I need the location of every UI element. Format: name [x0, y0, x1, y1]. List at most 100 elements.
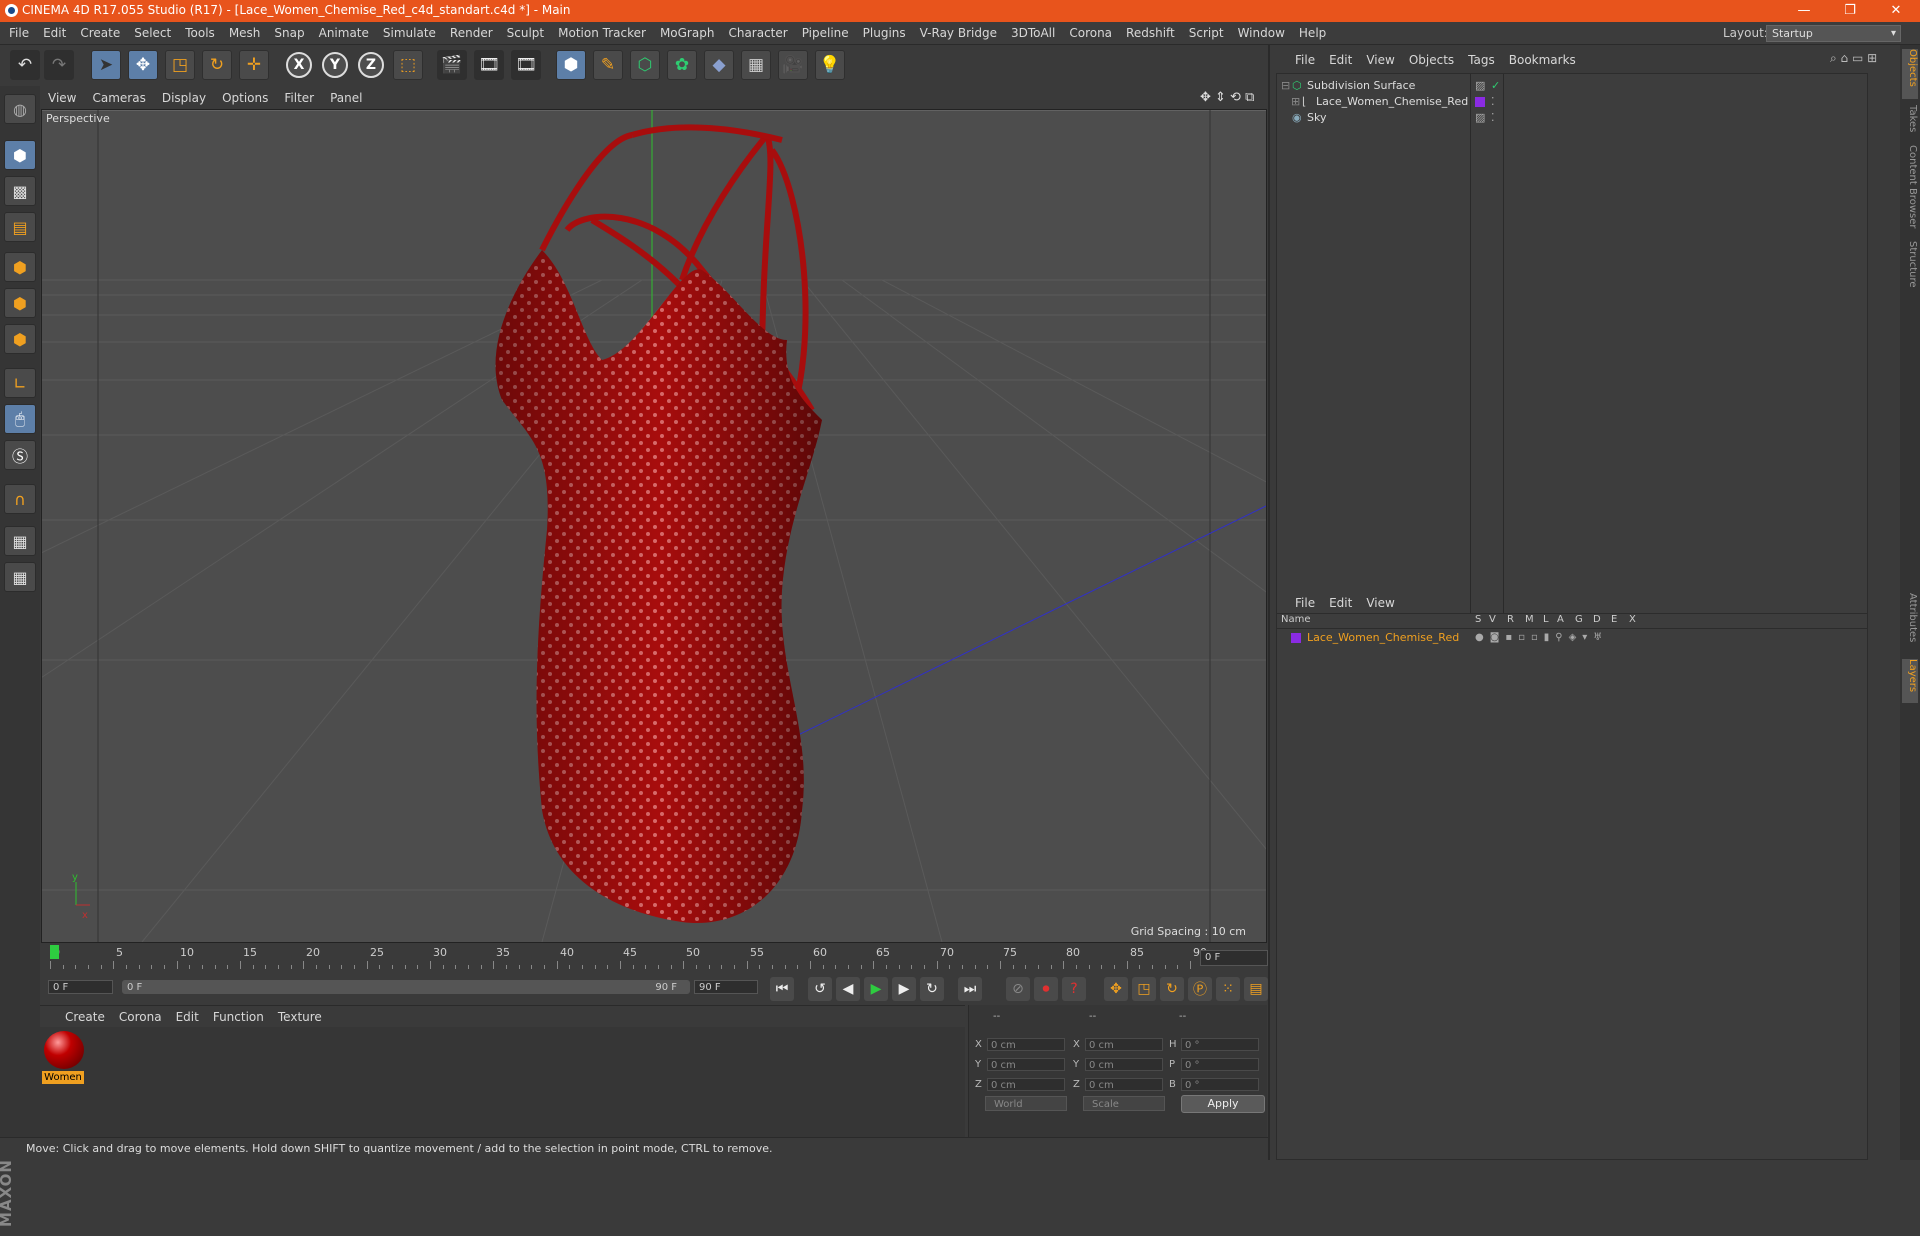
vp-menu-panel[interactable]: Panel	[322, 87, 370, 109]
render-settings-icon[interactable]: 🎞	[511, 50, 541, 80]
record-keys-icon[interactable]: ⏺	[1034, 977, 1058, 1001]
menu-edit[interactable]: Edit	[36, 22, 73, 44]
om-menu-bookmarks[interactable]: Bookmarks	[1502, 49, 1583, 71]
points-mode-icon[interactable]: ⬢	[4, 252, 36, 282]
redo-icon[interactable]: ↷	[44, 50, 74, 80]
col-render[interactable]: R	[1507, 614, 1514, 625]
live-selection-icon[interactable]: ➤	[91, 50, 121, 80]
col-solo[interactable]: S	[1475, 614, 1481, 625]
play-icon[interactable]: ▶	[864, 977, 888, 1001]
transform-tool-icon[interactable]: ✛	[239, 50, 269, 80]
object-row-lace-women[interactable]: ⊞ ⌊ Lace_Women_Chemise_Red ⁚	[1277, 94, 1867, 110]
menu-mesh[interactable]: Mesh	[222, 22, 268, 44]
col-deformers[interactable]: D	[1593, 614, 1601, 625]
layer-row[interactable]: Lace_Women_Chemise_Red ●◙▪▫▫▮⚲◈▾♅	[1277, 630, 1867, 646]
menu-vray-bridge[interactable]: V-Ray Bridge	[913, 22, 1004, 44]
edges-mode-icon[interactable]: ⬢	[4, 288, 36, 318]
col-expressions[interactable]: E	[1611, 614, 1617, 625]
menu-plugins[interactable]: Plugins	[856, 22, 913, 44]
frame-ruler[interactable]: 051015202530354045505560657075808590	[50, 943, 1207, 973]
rotate-tool-icon[interactable]: ↻	[202, 50, 232, 80]
maximize-button[interactable]: ❐	[1827, 0, 1873, 22]
minimize-button[interactable]: —	[1781, 0, 1827, 22]
material-name[interactable]: Women	[42, 1071, 84, 1084]
menu-mograph[interactable]: MoGraph	[653, 22, 722, 44]
mograph-cloner-icon[interactable]: ✿	[667, 50, 697, 80]
mat-menu-function[interactable]: Function	[206, 1006, 271, 1028]
layer-flag-icons[interactable]: ●◙▪▫▫▮⚲◈▾♅	[1475, 630, 1608, 646]
menu-motion-tracker[interactable]: Motion Tracker	[551, 22, 653, 44]
range-slider[interactable]: 0 F 90 F	[122, 980, 690, 994]
tab-takes[interactable]: Takes	[1902, 105, 1918, 139]
goto-end-icon[interactable]: ⏭	[958, 977, 982, 1001]
object-name[interactable]: Sky	[1307, 110, 1326, 126]
viewport-nav-icons[interactable]: ✥ ⇕ ⟲ ⧉	[1200, 90, 1254, 105]
axis-mode-icon[interactable]: ∟	[4, 368, 36, 398]
light-icon[interactable]: 💡	[815, 50, 845, 80]
key-pla-icon[interactable]: ⁙	[1216, 977, 1240, 1001]
coord-mode-dropdown[interactable]: Scale	[1083, 1096, 1165, 1111]
pen-spline-icon[interactable]: ✎	[593, 50, 623, 80]
auto-key-icon[interactable]: ?	[1062, 977, 1086, 1001]
menu-file[interactable]: File	[2, 22, 36, 44]
tab-content-browser[interactable]: Content Browser	[1902, 145, 1918, 235]
menu-character[interactable]: Character	[721, 22, 794, 44]
menu-create[interactable]: Create	[73, 22, 127, 44]
vp-menu-cameras[interactable]: Cameras	[84, 87, 153, 109]
key-position-icon[interactable]: ✥	[1104, 977, 1128, 1001]
menu-pipeline[interactable]: Pipeline	[795, 22, 856, 44]
col-locked[interactable]: L	[1543, 614, 1549, 625]
workplane-mode-icon[interactable]: ▤	[4, 212, 36, 242]
visibility-icon[interactable]: ▨	[1475, 110, 1485, 126]
workplane-align-icon[interactable]: ▦	[4, 562, 36, 592]
polygons-mode-icon[interactable]: ⬢	[4, 324, 36, 354]
menu-script[interactable]: Script	[1182, 22, 1231, 44]
camera-icon[interactable]: 🎥	[778, 50, 808, 80]
tweak-mode-icon[interactable]: 🖱	[4, 404, 36, 434]
vp-menu-view[interactable]: View	[40, 87, 84, 109]
size-x-field[interactable]: 0 cm	[1085, 1038, 1163, 1051]
playhead-marker[interactable]	[50, 945, 59, 959]
col-generators[interactable]: G	[1575, 614, 1583, 625]
move-tool-icon[interactable]: ✥	[128, 50, 158, 80]
mat-menu-corona[interactable]: Corona	[112, 1006, 169, 1028]
texture-mode-icon[interactable]: ▩	[4, 176, 36, 206]
menu-tools[interactable]: Tools	[178, 22, 222, 44]
menu-render[interactable]: Render	[443, 22, 500, 44]
tab-layers[interactable]: Layers	[1902, 659, 1918, 703]
visibility-icon[interactable]: ▨	[1475, 78, 1485, 94]
lm-menu-file[interactable]: File	[1288, 592, 1322, 614]
menu-3dtoall[interactable]: 3DToAll	[1004, 22, 1062, 44]
menu-help[interactable]: Help	[1292, 22, 1333, 44]
render-view-icon[interactable]: 🎬	[437, 50, 467, 80]
col-name[interactable]: Name	[1281, 614, 1311, 625]
rot-p-field[interactable]: 0 °	[1181, 1058, 1259, 1071]
deformer-icon[interactable]: ◆	[704, 50, 734, 80]
tab-objects[interactable]: Objects	[1902, 49, 1918, 99]
vp-menu-display[interactable]: Display	[154, 87, 214, 109]
om-search-icons[interactable]: ⌕ ⌂ ▭ ⊞	[1830, 51, 1877, 66]
tab-structure[interactable]: Structure	[1902, 241, 1918, 295]
undo-icon[interactable]: ↶	[10, 50, 40, 80]
render-picture-viewer-icon[interactable]: 🎞	[474, 50, 504, 80]
menu-window[interactable]: Window	[1231, 22, 1292, 44]
layer-color-swatch[interactable]	[1291, 633, 1301, 643]
object-row-sky[interactable]: ◉ Sky ▨ ⁚	[1277, 110, 1867, 126]
key-scale-icon[interactable]: ◳	[1132, 977, 1156, 1001]
timeline-window-icon[interactable]: ▤	[1244, 977, 1268, 1001]
prev-key-icon[interactable]: ↺	[808, 977, 832, 1001]
size-z-field[interactable]: 0 cm	[1085, 1078, 1163, 1091]
menu-snap[interactable]: Snap	[267, 22, 311, 44]
mat-menu-edit[interactable]: Edit	[169, 1006, 206, 1028]
magnet-icon[interactable]: ∩	[4, 484, 36, 514]
layout-select[interactable]: Startup	[1766, 25, 1901, 42]
menu-corona[interactable]: Corona	[1062, 22, 1119, 44]
y-axis-icon[interactable]: Y	[322, 52, 348, 78]
lock-workplane-icon[interactable]: ▦	[4, 526, 36, 556]
tab-attributes[interactable]: Attributes	[1902, 593, 1918, 653]
menu-sculpt[interactable]: Sculpt	[500, 22, 551, 44]
key-param-icon[interactable]: Ⓟ	[1188, 977, 1212, 1001]
next-key-icon[interactable]: ↻	[920, 977, 944, 1001]
om-menu-view[interactable]: View	[1359, 49, 1401, 71]
col-manager[interactable]: M	[1525, 614, 1534, 625]
